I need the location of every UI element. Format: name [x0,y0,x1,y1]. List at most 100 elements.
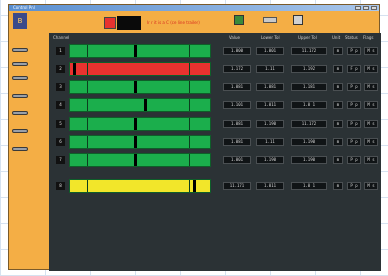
side-button-2[interactable] [12,62,28,66]
channel-row[interactable]: 8 11.171 1.011 1.0 1 m P pM s [49,179,381,193]
cell-value: 1.172 [223,65,251,73]
bar-segment [189,118,190,130]
toolbar-button-1[interactable] [263,17,277,23]
header-value: Value [229,35,240,40]
side-button-5[interactable] [12,111,28,115]
channel-row[interactable]: 1 1.000 1.001 11.172 m P pM s [49,44,381,58]
value-marker [72,63,76,75]
side-button-3[interactable] [12,76,28,80]
cell-unit: m [333,120,343,128]
cell-upper: 1.0 1 [291,182,327,190]
header-flags: Flags [363,35,374,40]
cell-status: P p [347,138,361,146]
cell-lower: 1.190 [256,120,284,128]
cell-flag: M s [364,120,378,128]
cell-flag: M s [364,156,378,164]
cell-value: 1.000 [223,47,251,55]
bar-segment [189,136,190,148]
channel-row[interactable]: 2 1.172 1.11 1.192 m F pM s [49,62,381,76]
maximize-button[interactable] [363,6,369,10]
cell-upper: 1.190 [291,138,327,146]
cell-lower: 1.001 [256,47,284,55]
cell-lower: 1.11 [256,65,284,73]
cell-value: 1.101 [223,101,251,109]
cell-lower: 1.081 [256,83,284,91]
channel-number: 3 [56,83,65,91]
bar-segment [189,81,190,93]
cell-status: F p [347,65,361,73]
cell-flag: M s [364,101,378,109]
tolerance-bar [69,117,211,131]
cell-lower: 1.11 [256,138,284,146]
bar-segment [86,154,88,166]
minimize-button[interactable] [355,6,361,10]
bar-segment [86,118,88,130]
cell-flag: M s [364,138,378,146]
close-button[interactable] [371,6,377,10]
tolerance-bar [69,179,211,193]
channel-number: 4 [56,101,65,109]
cell-lower: 1.011 [256,182,284,190]
bar-segment [189,63,190,75]
value-marker [134,118,138,130]
bar-segment [189,99,190,111]
bar-segment [86,136,88,148]
side-button-1[interactable] [12,48,28,52]
bar-segment [86,81,88,93]
cell-lower: 1.011 [256,101,284,109]
value-marker [193,180,197,192]
value-marker [134,154,138,166]
header-upper: Upper Tol [298,35,317,40]
cell-value: 1.081 [223,138,251,146]
bar-segment [86,63,88,75]
channel-number: 1 [56,47,65,55]
side-button-4[interactable] [12,94,28,98]
value-marker [134,81,138,93]
cell-unit: m [333,83,343,91]
app-window: Control Pnl B Ir r it is a C (ce line tr… [8,4,381,271]
cell-status: P p [347,47,361,55]
display-indicator [117,16,141,30]
header-channel: Channel [53,35,70,40]
tolerance-bar [69,80,211,94]
grid-view-icon[interactable] [234,15,244,25]
cell-lower: 1.190 [256,156,284,164]
header-lower: Lower Tol [261,35,280,40]
settings-icon[interactable] [293,15,303,25]
toolbar: B Ir r it is a C (ce line trailer) [9,11,379,30]
cell-value: 1.081 [223,120,251,128]
alarm-indicator [104,17,116,29]
cell-status: P p [347,182,361,190]
cell-status: P p [347,101,361,109]
tolerance-bar [69,135,211,149]
channel-row[interactable]: 7 1.001 1.190 1.190 m P pM s [49,153,381,167]
channel-number: 8 [56,182,65,190]
cell-status: P p [347,156,361,164]
value-marker [144,99,148,111]
status-message: Ir r it is a C (ce line trailer) [147,20,200,25]
header-status: Status [345,35,358,40]
cell-unit: m [333,156,343,164]
cell-status: P p [347,120,361,128]
tolerance-bar [69,62,211,76]
bar-segment [86,45,88,57]
bar-segment [86,180,88,192]
channel-row[interactable]: 4 1.101 1.011 1.0 1 m P pM s [49,98,381,112]
cell-value: 11.171 [223,182,251,190]
side-button-7[interactable] [12,147,28,151]
cell-status: P p [347,83,361,91]
channel-row[interactable]: 6 1.081 1.11 1.190 m P pM s [49,135,381,149]
cell-unit: m [333,47,343,55]
channel-row[interactable]: 3 1.081 1.081 1.181 m P pM s [49,80,381,94]
channel-number: 2 [56,65,65,73]
cell-upper: 1.0 1 [291,101,327,109]
bar-segment [189,154,190,166]
side-button-6[interactable] [12,129,28,133]
channel-row[interactable]: 5 1.081 1.190 11.172 m P pM s [49,117,381,131]
cell-value: 1.001 [223,156,251,164]
channel-number: 5 [56,120,65,128]
cell-flag: M s [364,83,378,91]
bar-segment [189,180,190,192]
cell-flag: M s [364,65,378,73]
channel-number: 6 [56,138,65,146]
